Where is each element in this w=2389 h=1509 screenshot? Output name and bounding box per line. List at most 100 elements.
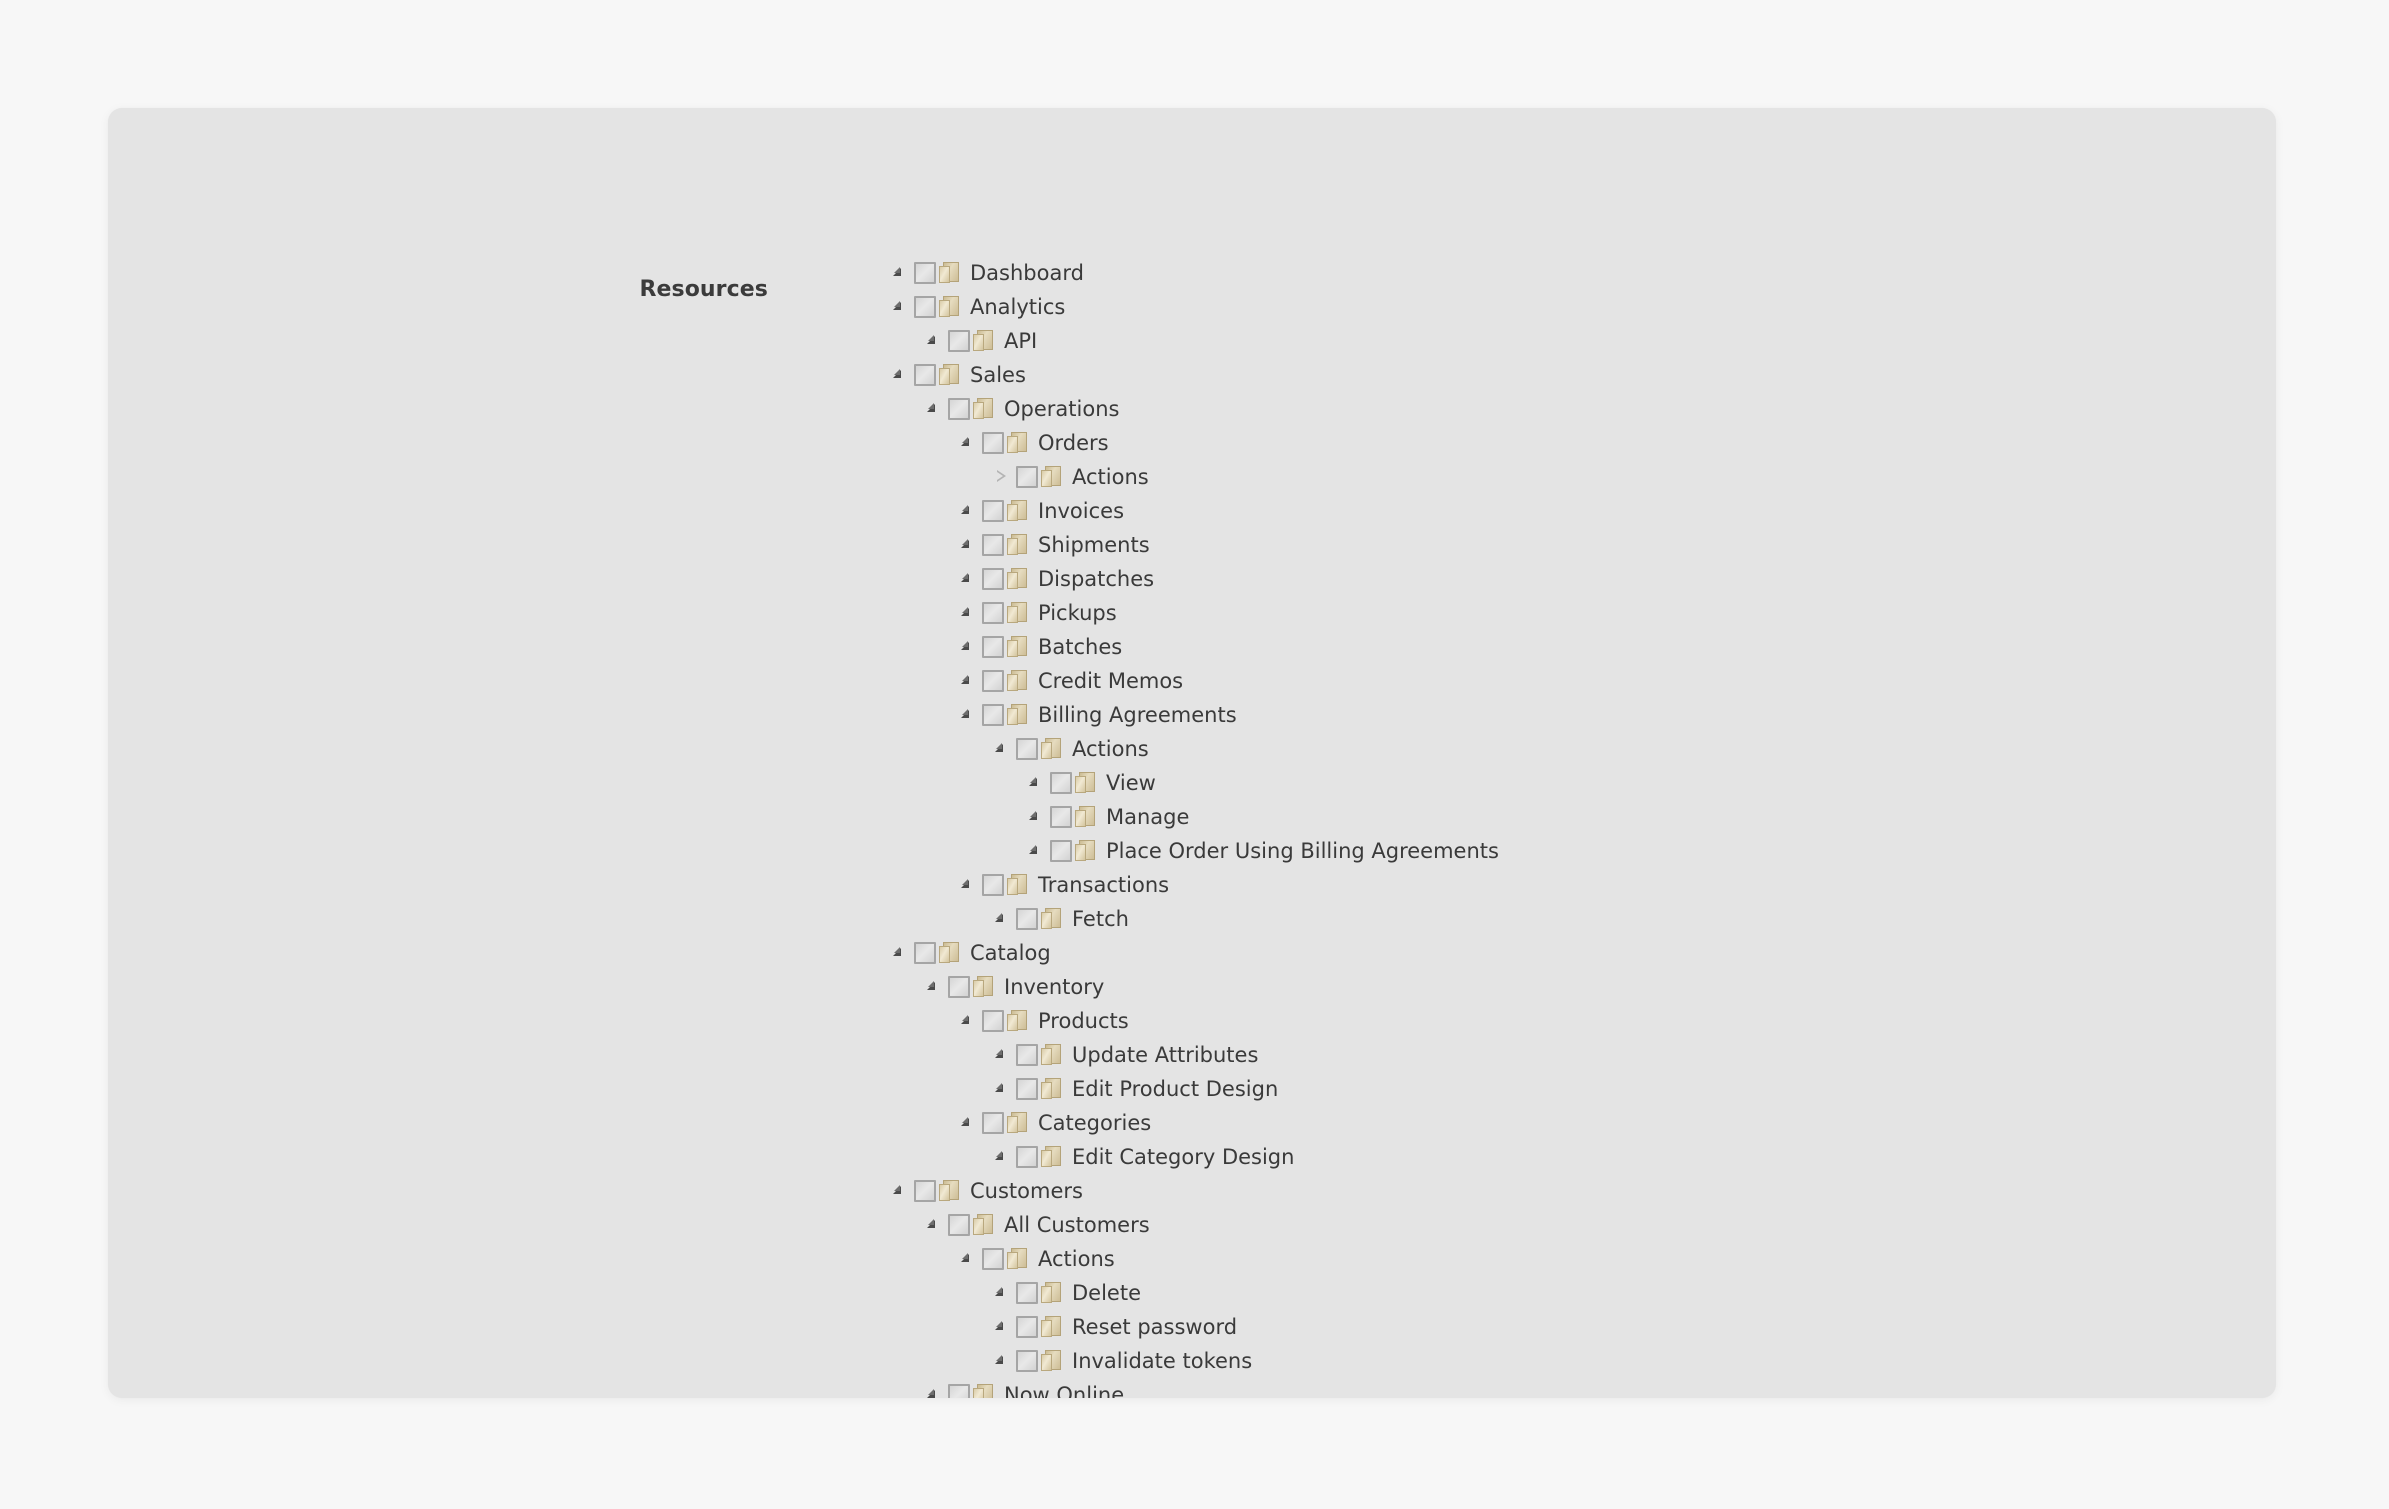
triangle-down-icon[interactable] xyxy=(992,1140,1012,1174)
checkbox-unchecked-icon[interactable] xyxy=(1016,738,1038,760)
tree-node[interactable]: Shipments xyxy=(890,528,2270,562)
checkbox-unchecked-icon[interactable] xyxy=(982,500,1004,522)
checkbox-unchecked-icon[interactable] xyxy=(914,1180,936,1202)
checkbox-unchecked-icon[interactable] xyxy=(982,602,1004,624)
checkbox-unchecked-icon[interactable] xyxy=(982,874,1004,896)
tree-node[interactable]: Now Online xyxy=(890,1378,2270,1398)
checkbox-unchecked-icon[interactable] xyxy=(1016,1146,1038,1168)
tree-node[interactable]: Analytics xyxy=(890,290,2270,324)
checkbox-unchecked-icon[interactable] xyxy=(982,704,1004,726)
checkbox-unchecked-icon[interactable] xyxy=(982,432,1004,454)
checkbox-unchecked-icon[interactable] xyxy=(914,942,936,964)
triangle-down-icon[interactable] xyxy=(958,494,978,528)
checkbox-unchecked-icon[interactable] xyxy=(1016,1316,1038,1338)
tree-node[interactable]: Update Attributes xyxy=(890,1038,2270,1072)
triangle-down-icon[interactable] xyxy=(958,1004,978,1038)
tree-node[interactable]: Place Order Using Billing Agreements xyxy=(890,834,2270,868)
checkbox-unchecked-icon[interactable] xyxy=(948,976,970,998)
checkbox-unchecked-icon[interactable] xyxy=(914,364,936,386)
triangle-down-icon[interactable] xyxy=(958,868,978,902)
triangle-down-icon[interactable] xyxy=(958,664,978,698)
checkbox-unchecked-icon[interactable] xyxy=(948,330,970,352)
checkbox-unchecked-icon[interactable] xyxy=(982,1010,1004,1032)
checkbox-unchecked-icon[interactable] xyxy=(914,262,936,284)
checkbox-unchecked-icon[interactable] xyxy=(982,1112,1004,1134)
triangle-down-icon[interactable] xyxy=(924,392,944,426)
checkbox-unchecked-icon[interactable] xyxy=(1050,840,1072,862)
triangle-down-icon[interactable] xyxy=(992,1310,1012,1344)
triangle-down-icon[interactable] xyxy=(958,562,978,596)
tree-node[interactable]: Delete xyxy=(890,1276,2270,1310)
checkbox-unchecked-icon[interactable] xyxy=(1016,466,1038,488)
tree-node[interactable]: Inventory xyxy=(890,970,2270,1004)
triangle-down-icon[interactable] xyxy=(890,290,910,324)
tree-node[interactable]: Orders xyxy=(890,426,2270,460)
tree-node[interactable]: Fetch xyxy=(890,902,2270,936)
tree-node[interactable]: Sales xyxy=(890,358,2270,392)
tree-node[interactable]: Dispatches xyxy=(890,562,2270,596)
checkbox-unchecked-icon[interactable] xyxy=(982,670,1004,692)
triangle-down-icon[interactable] xyxy=(958,596,978,630)
tree-node[interactable]: Invoices xyxy=(890,494,2270,528)
triangle-down-icon[interactable] xyxy=(958,630,978,664)
triangle-right-icon[interactable] xyxy=(992,460,1012,494)
triangle-down-icon[interactable] xyxy=(890,936,910,970)
checkbox-unchecked-icon[interactable] xyxy=(1050,772,1072,794)
triangle-down-icon[interactable] xyxy=(890,1174,910,1208)
checkbox-unchecked-icon[interactable] xyxy=(914,296,936,318)
triangle-down-icon[interactable] xyxy=(958,1106,978,1140)
triangle-down-icon[interactable] xyxy=(1026,766,1046,800)
checkbox-unchecked-icon[interactable] xyxy=(948,398,970,420)
tree-node[interactable]: Batches xyxy=(890,630,2270,664)
checkbox-unchecked-icon[interactable] xyxy=(982,636,1004,658)
tree-node[interactable]: Products xyxy=(890,1004,2270,1038)
tree-node[interactable]: Customers xyxy=(890,1174,2270,1208)
triangle-down-icon[interactable] xyxy=(958,698,978,732)
triangle-down-icon[interactable] xyxy=(1026,800,1046,834)
checkbox-unchecked-icon[interactable] xyxy=(1016,1044,1038,1066)
triangle-down-icon[interactable] xyxy=(958,1242,978,1276)
tree-node[interactable]: API xyxy=(890,324,2270,358)
checkbox-unchecked-icon[interactable] xyxy=(948,1384,970,1398)
tree-node[interactable]: Catalog xyxy=(890,936,2270,970)
checkbox-unchecked-icon[interactable] xyxy=(1016,1350,1038,1372)
triangle-down-icon[interactable] xyxy=(992,732,1012,766)
tree-node[interactable]: Pickups xyxy=(890,596,2270,630)
triangle-down-icon[interactable] xyxy=(924,1378,944,1398)
tree-node[interactable]: All Customers xyxy=(890,1208,2270,1242)
checkbox-unchecked-icon[interactable] xyxy=(982,568,1004,590)
checkbox-unchecked-icon[interactable] xyxy=(948,1214,970,1236)
triangle-down-icon[interactable] xyxy=(890,358,910,392)
tree-node[interactable]: Credit Memos xyxy=(890,664,2270,698)
tree-node[interactable]: Reset password xyxy=(890,1310,2270,1344)
checkbox-unchecked-icon[interactable] xyxy=(982,534,1004,556)
triangle-down-icon[interactable] xyxy=(890,256,910,290)
tree-node[interactable]: Dashboard xyxy=(890,256,2270,290)
tree-node[interactable]: Actions xyxy=(890,460,2270,494)
tree-node[interactable]: View xyxy=(890,766,2270,800)
triangle-down-icon[interactable] xyxy=(992,1344,1012,1378)
triangle-down-icon[interactable] xyxy=(992,1072,1012,1106)
triangle-down-icon[interactable] xyxy=(924,1208,944,1242)
tree-node[interactable]: Manage xyxy=(890,800,2270,834)
checkbox-unchecked-icon[interactable] xyxy=(982,1248,1004,1270)
checkbox-unchecked-icon[interactable] xyxy=(1016,908,1038,930)
tree-node[interactable]: Invalidate tokens xyxy=(890,1344,2270,1378)
triangle-down-icon[interactable] xyxy=(958,528,978,562)
triangle-down-icon[interactable] xyxy=(992,1276,1012,1310)
triangle-down-icon[interactable] xyxy=(924,970,944,1004)
tree-node[interactable]: Transactions xyxy=(890,868,2270,902)
tree-node[interactable]: Edit Product Design xyxy=(890,1072,2270,1106)
triangle-down-icon[interactable] xyxy=(992,902,1012,936)
triangle-down-icon[interactable] xyxy=(958,426,978,460)
checkbox-unchecked-icon[interactable] xyxy=(1050,806,1072,828)
resources-tree[interactable]: Dashboard Analytics API Sales Operations Orde… xyxy=(890,256,2270,1398)
tree-node[interactable]: Billing Agreements xyxy=(890,698,2270,732)
triangle-down-icon[interactable] xyxy=(1026,834,1046,868)
tree-node[interactable]: Operations xyxy=(890,392,2270,426)
checkbox-unchecked-icon[interactable] xyxy=(1016,1078,1038,1100)
tree-node[interactable]: Actions xyxy=(890,732,2270,766)
tree-node[interactable]: Actions xyxy=(890,1242,2270,1276)
triangle-down-icon[interactable] xyxy=(924,324,944,358)
triangle-down-icon[interactable] xyxy=(992,1038,1012,1072)
